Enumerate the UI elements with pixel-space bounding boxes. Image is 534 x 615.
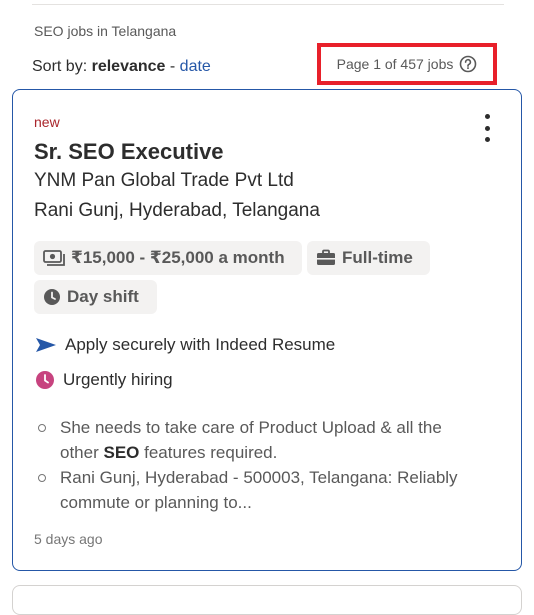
easy-apply: Apply securely with Indeed Resume <box>35 335 335 355</box>
salary-text: ₹15,000 - ₹25,000 a month <box>71 248 285 267</box>
page-count: Page 1 of 457 jobs <box>317 43 497 85</box>
sort-separator: - <box>169 58 176 75</box>
top-divider <box>32 4 504 5</box>
clock-icon <box>44 289 60 305</box>
job-card[interactable]: new Sr. SEO Executive YNM Pan Global Tra… <box>12 89 522 571</box>
job-type-text: Full-time <box>342 248 413 267</box>
company-name: YNM Pan Global Trade Pvt Ltd <box>34 170 294 191</box>
snippet-item: She needs to take care of Product Upload… <box>35 415 485 465</box>
shift-tag: Day shift <box>34 280 157 314</box>
more-options-icon[interactable] <box>483 114 491 142</box>
page-count-text: Page 1 of 457 jobs <box>336 56 454 72</box>
breadcrumb: SEO jobs in Telangana <box>34 23 177 39</box>
sort-by: Sort by: relevance - date <box>32 58 211 76</box>
job-snippet: She needs to take care of Product Upload… <box>35 415 485 515</box>
money-icon <box>43 250 65 266</box>
sort-date-link[interactable]: date <box>180 58 211 75</box>
sort-label: Sort by: <box>32 58 88 75</box>
new-badge: new <box>34 114 60 130</box>
sort-relevance: relevance <box>91 58 166 75</box>
send-arrow-icon <box>36 338 56 352</box>
job-type-tag: Full-time <box>307 241 430 275</box>
next-job-card[interactable] <box>12 585 522 615</box>
snippet-item: Rani Gunj, Hyderabad - 500003, Telangana… <box>35 465 485 515</box>
urgent-clock-icon <box>36 371 54 389</box>
shift-text: Day shift <box>67 287 139 306</box>
job-title[interactable]: Sr. SEO Executive <box>34 139 224 165</box>
question-circle-icon[interactable] <box>459 55 477 73</box>
urgently-hiring: Urgently hiring <box>35 370 173 390</box>
apply-text: Apply securely with Indeed Resume <box>65 335 336 354</box>
briefcase-icon <box>317 249 335 265</box>
salary-tag: ₹15,000 - ₹25,000 a month <box>34 241 302 275</box>
urgent-text: Urgently hiring <box>63 370 173 389</box>
job-location: Rani Gunj, Hyderabad, Telangana <box>34 200 320 221</box>
posted-date: 5 days ago <box>34 531 103 547</box>
